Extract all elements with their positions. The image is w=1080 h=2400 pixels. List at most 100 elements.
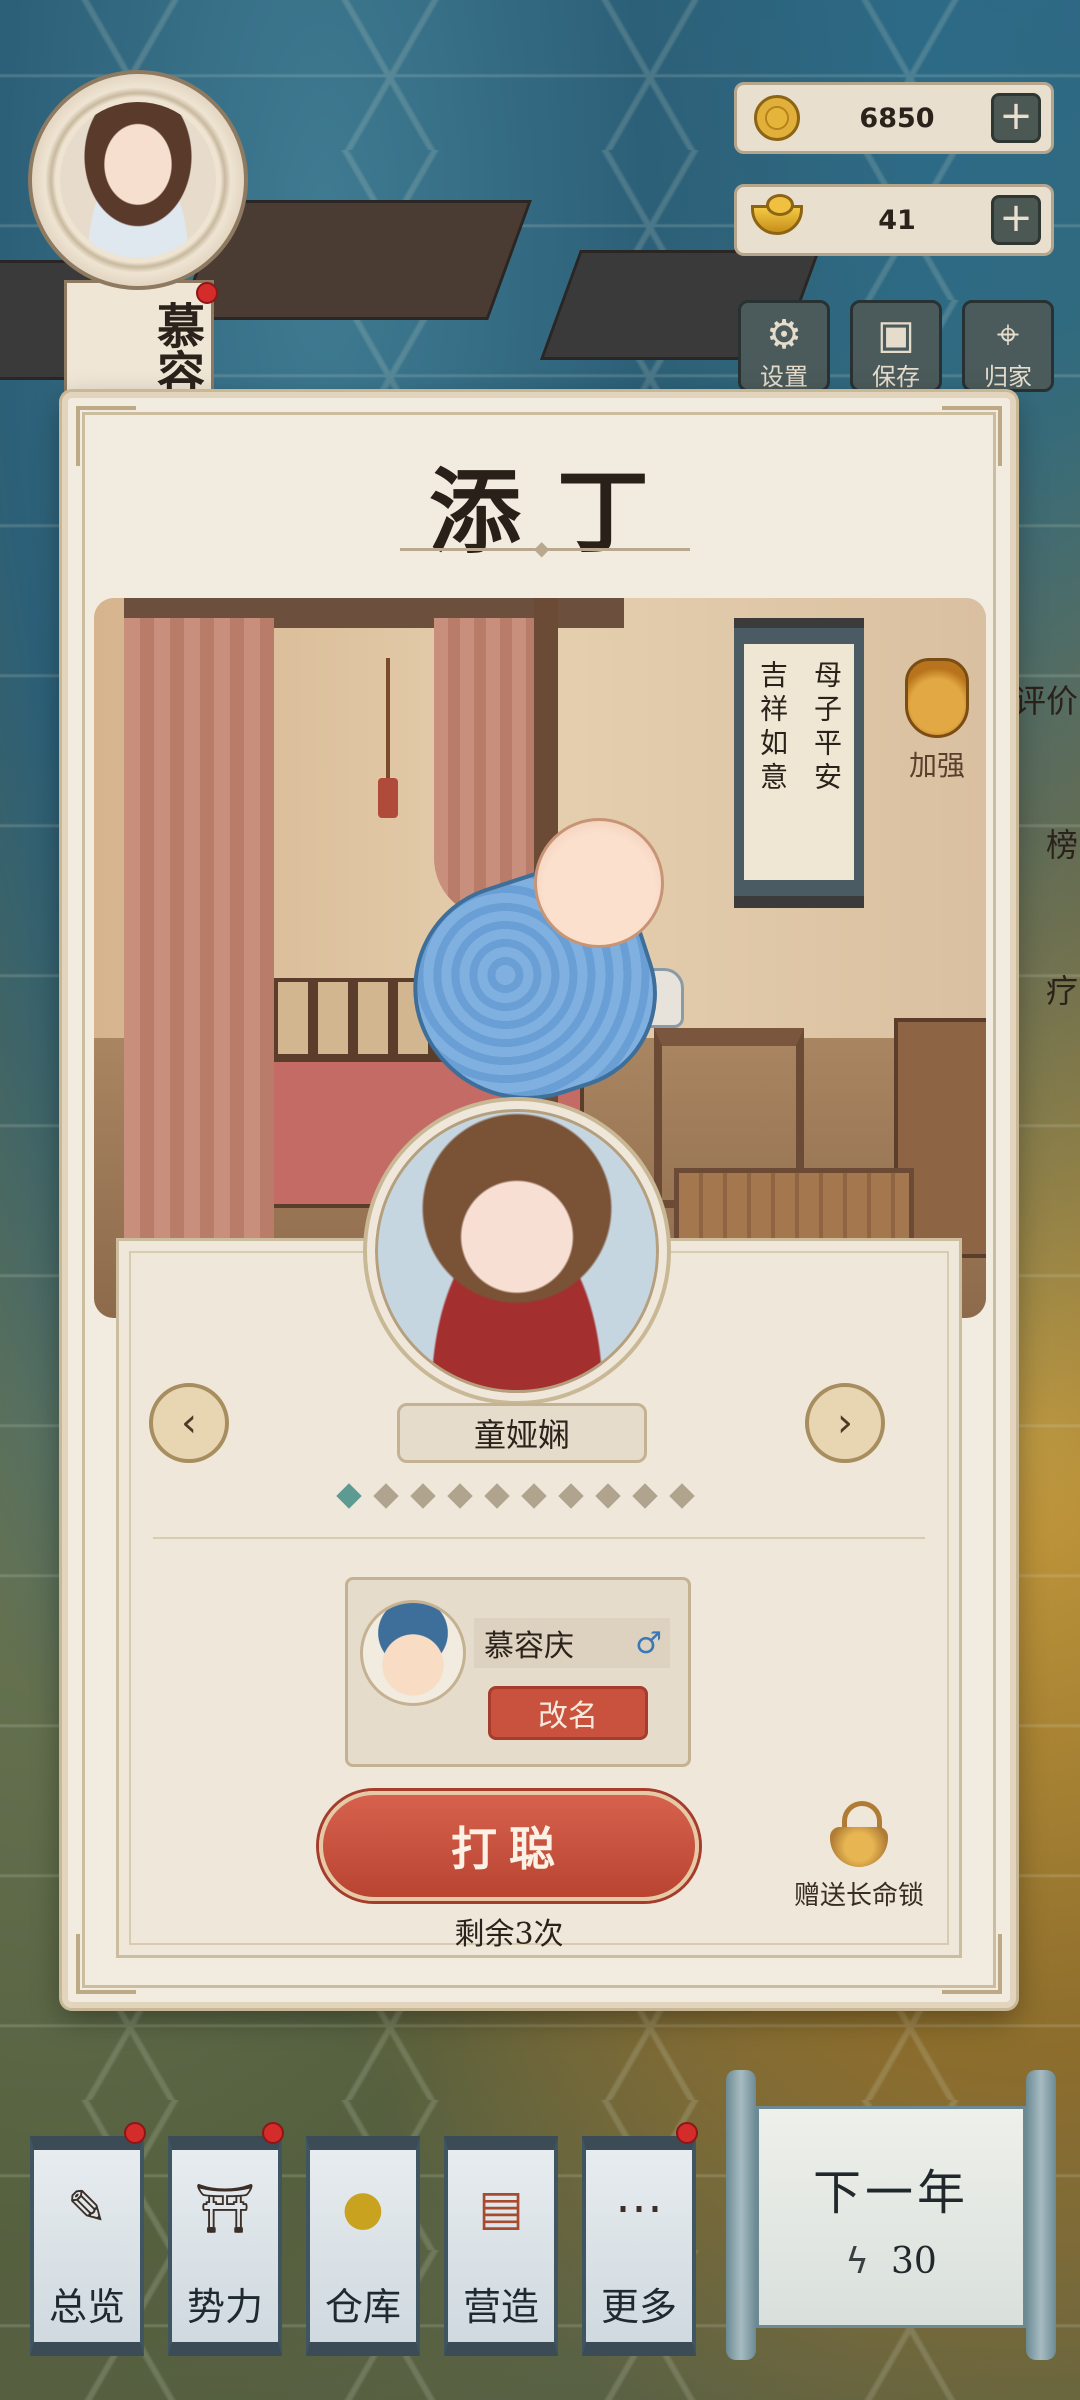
page-dot[interactable] <box>594 1483 621 1509</box>
gift-longevity-lock-button[interactable]: 赠送长命锁 <box>769 1801 949 1912</box>
page-dot[interactable] <box>409 1483 436 1509</box>
rename-button[interactable]: 改名 <box>488 1686 648 1740</box>
childbirth-dialog: 添丁 母子平安 吉祥如意 加强 <box>62 392 1016 2008</box>
baby-head <box>534 818 664 948</box>
boost-button[interactable]: 加强 <box>892 658 982 798</box>
bed-curtain <box>124 618 274 1308</box>
lightning-icon: ϟ <box>845 2240 869 2282</box>
nav-scroll-frame: ● 仓库 <box>306 2136 420 2356</box>
nav-warehouse[interactable]: ● 仓库 <box>300 2122 426 2372</box>
sack-icon: ● <box>342 2180 384 2236</box>
location-icon: ⌖ <box>996 312 1020 358</box>
nav-label: 仓库 <box>324 2285 401 2329</box>
player-portrait <box>60 102 216 258</box>
newborn-panel: 慕容庆 ♂ 改名 <box>345 1577 691 1767</box>
next-year-panel: 下一年 ϟ 30 <box>756 2106 1026 2328</box>
add-ingots-button[interactable]: + <box>991 195 1041 245</box>
hanging-scroll: 母子平安 吉祥如意 <box>734 618 864 908</box>
longevity-lock-icon <box>828 1801 890 1871</box>
player-name-plate: 慕容 <box>64 280 214 400</box>
nav-label: 总览 <box>48 2285 125 2329</box>
newborn-name: 慕容庆 <box>484 1629 574 1664</box>
scroll-rod <box>726 2070 756 2360</box>
title-divider <box>400 536 690 560</box>
ingot-value: 41 <box>878 204 916 236</box>
nav-scroll-frame: ▤ 营造 <box>444 2136 558 2356</box>
energy-cost: ϟ 30 <box>845 2241 937 2282</box>
side-label-rating[interactable]: 评价 <box>1014 676 1078 722</box>
ingot-resource-bar: 41 + <box>734 184 1054 256</box>
settings-label: 设置 <box>760 363 808 391</box>
notification-dot <box>124 2122 146 2144</box>
nav-scroll-frame: ⛩ 势力 <box>168 2136 282 2356</box>
pavilion-icon: ⛩ <box>194 2180 256 2237</box>
player-name: 慕容 <box>148 301 204 397</box>
gear-icon: ⚙ <box>766 312 802 358</box>
save-button[interactable]: ▣ 保存 <box>850 300 942 392</box>
chevron-right-icon: › <box>837 1400 853 1446</box>
energy-value: 30 <box>890 2240 937 2282</box>
nav-label: 营造 <box>462 2285 539 2329</box>
notification-dot <box>262 2122 284 2144</box>
scroll-line: 母子平安 <box>810 660 843 796</box>
notification-dot <box>676 2122 698 2144</box>
trowel-bricks-icon: ▤ <box>478 2180 524 2236</box>
next-mother-button[interactable]: › <box>805 1383 885 1463</box>
more-dots-icon: ⋯ <box>615 2180 663 2236</box>
page-dot[interactable] <box>372 1483 399 1509</box>
home-button[interactable]: ⌖ 归家 <box>962 300 1054 392</box>
home-label: 归家 <box>984 363 1032 391</box>
nav-overview[interactable]: ✎ 总览 <box>24 2122 150 2372</box>
mother-child-card: 童娅娴 ‹ › 慕容庆 ♂ 改名 打聪 剩余3次 赠送长命锁 <box>116 1101 962 1958</box>
nav-more[interactable]: ⋯ 更多 <box>576 2122 702 2372</box>
coin-resource-bar: 6850 + <box>734 82 1054 154</box>
page-dot[interactable] <box>668 1483 695 1509</box>
nav-faction[interactable]: ⛩ 势力 <box>162 2122 288 2372</box>
boost-label: 加强 <box>908 749 965 782</box>
settings-button[interactable]: ⚙ 设置 <box>738 300 830 392</box>
player-notification-dot <box>196 282 218 304</box>
side-label-heal[interactable]: 疗 <box>1046 966 1078 1012</box>
newborn-name-box: 慕容庆 ♂ <box>474 1618 670 1668</box>
page-dot[interactable] <box>520 1483 547 1509</box>
gift-label: 赠送长命锁 <box>793 1881 924 1911</box>
page-dot[interactable] <box>446 1483 473 1509</box>
gourd-icon <box>905 658 969 738</box>
nav-scroll-frame: ⋯ 更多 <box>582 2136 696 2356</box>
page-dot[interactable] <box>557 1483 584 1509</box>
dacong-button[interactable]: 打聪 <box>319 1791 699 1901</box>
mother-name-plate: 童娅娴 <box>397 1403 647 1463</box>
save-label: 保存 <box>872 363 920 391</box>
chevron-left-icon: ‹ <box>181 1400 197 1446</box>
player-avatar[interactable] <box>28 70 248 290</box>
remaining-count: 剩余3次 <box>454 1917 564 1952</box>
card-divider <box>153 1537 925 1539</box>
page-dot[interactable] <box>631 1483 658 1509</box>
coin-value: 6850 <box>859 102 935 134</box>
save-icon: ▣ <box>877 312 915 358</box>
add-coins-button[interactable]: + <box>991 93 1041 143</box>
hanging-tassel <box>378 658 398 818</box>
page-indicator <box>119 1483 959 1509</box>
side-label-rank[interactable]: 榜 <box>1046 820 1078 866</box>
brush-scroll-icon: ✎ <box>66 2180 108 2236</box>
newborn-avatar <box>360 1600 466 1706</box>
nav-scroll-frame: ✎ 总览 <box>30 2136 144 2356</box>
scroll-line: 吉祥如意 <box>756 660 789 796</box>
scroll-rod <box>1026 2070 1056 2360</box>
mother-name: 童娅娴 <box>473 1416 570 1454</box>
nav-label: 势力 <box>186 2285 263 2329</box>
page-dot[interactable] <box>483 1483 510 1509</box>
page-dot[interactable] <box>335 1483 362 1509</box>
nav-construction[interactable]: ▤ 营造 <box>438 2122 564 2372</box>
prev-mother-button[interactable]: ‹ <box>149 1383 229 1463</box>
swaddled-baby <box>385 818 683 1130</box>
scroll-paper: 母子平安 吉祥如意 <box>744 644 854 880</box>
gold-ingot-icon <box>751 194 803 246</box>
next-year-button[interactable]: 下一年 ϟ 30 <box>726 2070 1056 2360</box>
coin-icon <box>751 92 803 144</box>
male-gender-icon: ♂ <box>635 1625 662 1661</box>
nav-label: 更多 <box>600 2285 677 2329</box>
next-year-label: 下一年 <box>812 2164 969 2221</box>
mother-portrait <box>367 1101 667 1401</box>
